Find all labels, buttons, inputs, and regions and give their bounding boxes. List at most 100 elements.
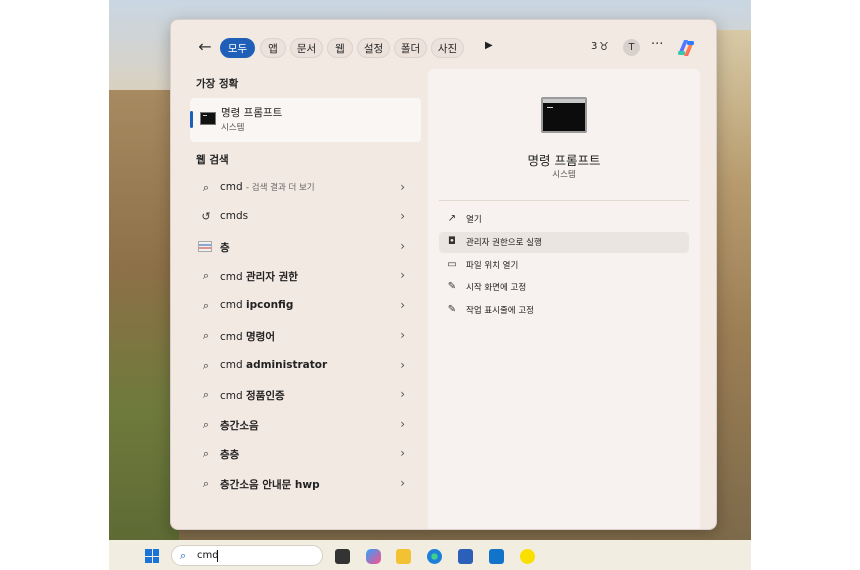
copilot-icon[interactable] [675,37,697,59]
more-options-icon[interactable]: ··· [651,37,663,52]
chevron-right-icon: › [400,446,405,460]
outlook-icon[interactable] [489,549,504,564]
item-bold-text: 층층 [220,449,240,461]
tab-all[interactable]: 모두 [220,38,255,58]
action-open-file-location[interactable]: ▭ 파일 위치 열기 [439,255,689,276]
list-item[interactable]: ↺ cmds › [190,203,421,231]
shield-icon: ◘ [448,236,456,247]
task-view-icon[interactable] [335,549,350,564]
chevron-right-icon: › [400,209,405,223]
selection-indicator [190,111,193,128]
list-item[interactable]: ⌕ 층간소음 안내문 hwp › [190,470,421,498]
list-item[interactable]: ⌕ 층간소음 › [190,411,421,439]
account-avatar[interactable]: T [623,39,640,56]
microsoft-store-icon[interactable] [458,549,473,564]
more-tabs-play-icon[interactable]: ▶ [485,40,493,51]
search-input[interactable]: cmd [197,550,219,561]
tab-photos[interactable]: 사진 [431,38,464,58]
chevron-right-icon: › [400,328,405,342]
action-label: 파일 위치 열기 [466,261,519,271]
item-bold-text: 관리자 권한 [246,271,298,283]
item-bold-text: 층 [220,242,230,254]
search-icon: ⌕ [202,447,210,460]
list-item[interactable]: ⌕ cmd 관리자 권한 › [190,262,421,290]
tab-documents[interactable]: 문서 [290,38,323,58]
list-item[interactable]: ⌕ 층층 › [190,440,421,468]
search-icon: ⌕ [202,477,210,490]
detail-subtitle: 시스템 [552,170,576,180]
search-icon: ⌕ [202,269,210,282]
tab-folders[interactable]: 폴더 [394,38,427,58]
tab-settings[interactable]: 설정 [357,38,390,58]
tab-apps[interactable]: 앱 [260,38,286,58]
action-label: 관리자 권한으로 실행 [466,238,542,248]
start-search-panel: ← 모두 앱 문서 웹 설정 폴더 사진 ▶ 3 ♉ T ··· 가장 정확 명… [170,19,717,530]
best-match-item[interactable]: 명령 프롬프트 시스템 [190,98,421,142]
list-item[interactable]: ⌕ cmd 정품인증 › [190,381,421,409]
chevron-right-icon: › [400,358,405,372]
search-icon: ⌕ [180,549,187,562]
search-filter-bar: ← 모두 앱 문서 웹 설정 폴더 사진 ▶ 3 ♉ T ··· [171,20,716,70]
list-item[interactable]: ⌕ cmd - 검색 결과 더 보기 › [190,174,421,202]
item-bold-text: ipconfig [246,299,294,311]
tab-web[interactable]: 웹 [327,38,353,58]
item-bold-text: 층간소음 [220,420,259,432]
action-pin-to-taskbar[interactable]: ✎ 작업 표시줄에 고정 [439,300,689,321]
file-explorer-icon[interactable] [396,549,411,564]
divider [439,200,689,201]
command-prompt-icon [200,112,216,125]
chevron-right-icon: › [400,268,405,282]
windows-start-icon[interactable] [145,549,159,563]
list-item[interactable]: ⌕ cmd ipconfig › [190,292,421,320]
item-bold-text: administrator [246,359,328,371]
chevron-right-icon: › [400,239,405,253]
copilot-taskbar-icon[interactable] [366,549,381,564]
list-item[interactable]: 층 › [190,233,421,261]
action-label: 시작 화면에 고정 [466,283,527,293]
wallpaper-cliff-left [109,90,179,540]
item-bold-text: 명령어 [246,331,275,343]
action-open[interactable]: ↗ 열기 [439,209,689,230]
chevron-right-icon: › [400,180,405,194]
best-match-heading: 가장 정확 [196,78,239,90]
rewards-trophy-icon[interactable]: ♉ [599,40,609,53]
taskbar-search-box[interactable]: ⌕ cmd [171,545,323,566]
wallpaper-buildings-right [711,30,751,540]
item-bold-text: 층간소음 안내문 hwp [220,479,320,491]
search-icon: ⌕ [202,388,210,401]
chevron-right-icon: › [400,476,405,490]
flag-icon [198,241,212,252]
item-text: cmd [220,271,247,283]
kakaotalk-icon[interactable] [520,549,535,564]
web-search-heading: 웹 검색 [196,154,229,166]
rewards-points: 3 [591,41,598,52]
best-match-title: 명령 프롬프트 [221,107,283,119]
edge-browser-icon[interactable] [427,549,442,564]
list-item[interactable]: ⌕ cmd administrator › [190,352,421,380]
action-label: 작업 표시줄에 고정 [466,306,534,316]
action-label: 열기 [466,215,482,225]
text-caret [217,550,218,562]
item-text: cmd [220,359,247,371]
item-subtext: - 검색 결과 더 보기 [246,183,315,193]
pin-icon: ✎ [447,281,457,292]
open-external-icon: ↗ [447,213,457,224]
item-text: cmd [220,331,247,343]
detail-pane: 명령 프롬프트 시스템 ↗ 열기 ◘ 관리자 권한으로 실행 ▭ 파일 위치 열… [428,69,700,529]
back-arrow-icon[interactable]: ← [195,37,215,57]
history-icon: ↺ [201,210,211,223]
action-pin-to-start[interactable]: ✎ 시작 화면에 고정 [439,277,689,298]
chevron-right-icon: › [400,298,405,312]
list-item[interactable]: ⌕ cmd 명령어 › [190,322,421,350]
chevron-right-icon: › [400,417,405,431]
best-match-subtitle: 시스템 [221,123,245,133]
action-run-as-admin[interactable]: ◘ 관리자 권한으로 실행 [439,232,689,253]
chevron-right-icon: › [400,387,405,401]
search-icon: ⌕ [202,299,210,312]
item-text: cmds [220,210,249,222]
folder-icon: ▭ [447,259,457,270]
search-icon: ⌕ [202,181,210,194]
pin-icon: ✎ [447,304,457,315]
item-bold-text: 정품인증 [246,390,285,402]
search-icon: ⌕ [202,418,210,431]
